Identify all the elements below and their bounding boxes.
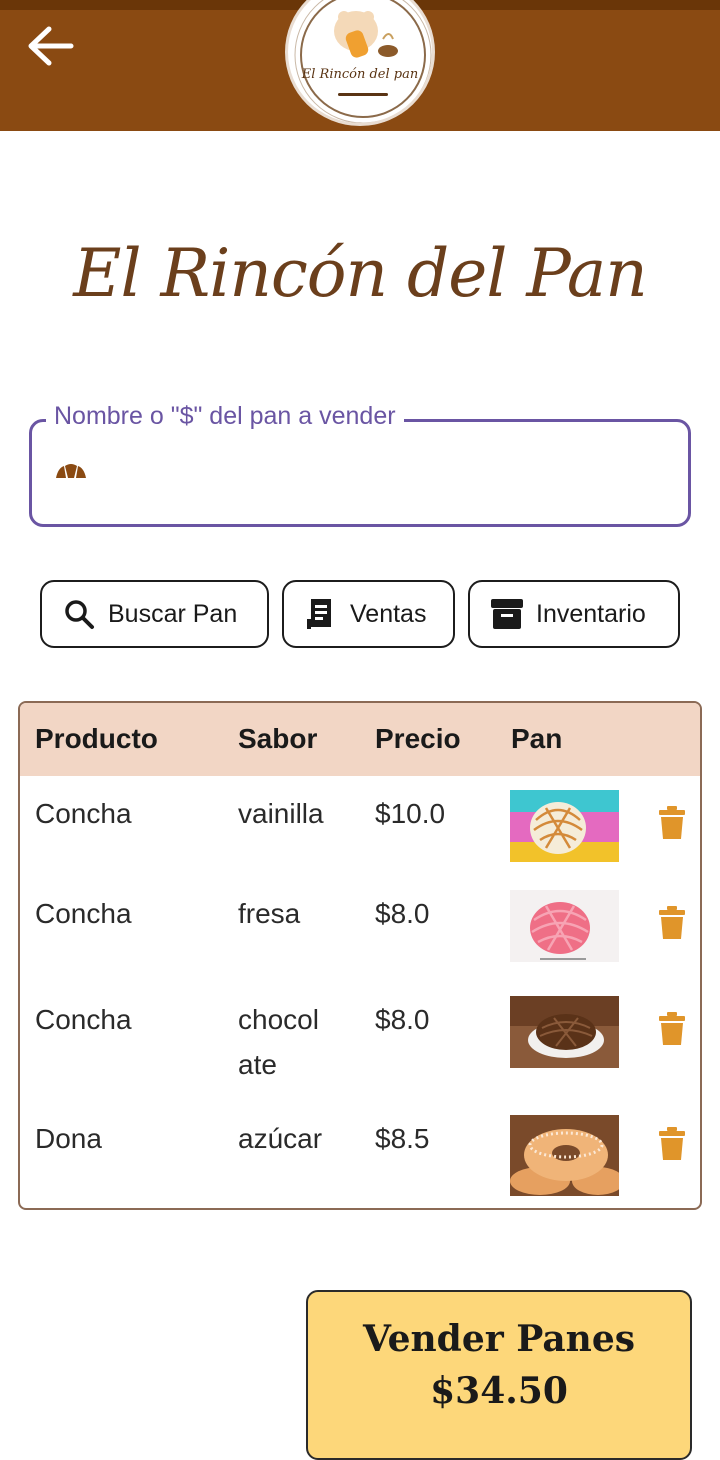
cell-sabor: vainilla <box>238 798 324 829</box>
cell-precio: $8.0 <box>375 1004 430 1035</box>
search-icon <box>62 597 96 631</box>
inventory-label: Inventario <box>536 599 646 628</box>
trash-icon[interactable] <box>659 1127 685 1161</box>
concha-chocolate-image <box>510 996 619 1068</box>
sales-label: Ventas <box>350 599 427 628</box>
dona-azucar-image <box>510 1115 619 1196</box>
cell-sabor-continued: ate <box>238 1049 277 1080</box>
search-field[interactable]: Nombre o "$" del pan a vender <box>29 402 691 527</box>
search-bread-label: Buscar Pan <box>108 599 238 628</box>
cell-producto: Concha <box>35 798 132 829</box>
header-producto: Producto <box>35 723 158 754</box>
cell-precio: $8.5 <box>375 1123 430 1154</box>
sell-button[interactable]: Vender Panes $34.50 <box>306 1290 692 1460</box>
cell-sabor: chocol <box>238 1004 319 1035</box>
cell-sabor: azúcar <box>238 1123 323 1154</box>
trash-icon[interactable] <box>659 806 685 840</box>
search-input[interactable] <box>50 456 660 496</box>
logo-text: El Rincón del pan <box>301 67 419 82</box>
archive-box-icon <box>490 597 524 631</box>
trash-icon[interactable] <box>659 1012 685 1046</box>
sell-button-label: Vender Panes <box>362 1318 636 1360</box>
sell-total: $34.50 <box>430 1370 568 1412</box>
table-header: Producto Sabor Precio Pan <box>20 703 700 776</box>
logo-graphic <box>294 0 432 123</box>
header-sabor: Sabor <box>238 723 318 754</box>
search-field-label: Nombre o "$" del pan a vender <box>46 402 404 431</box>
concha-vainilla-image <box>510 790 619 862</box>
page-title: El Rincón del Pan <box>73 235 647 312</box>
cell-producto: Concha <box>35 898 132 929</box>
header-pan: Pan <box>511 723 563 754</box>
sales-table: Producto Sabor Precio Pan Concha vainill… <box>18 701 702 1210</box>
trash-icon[interactable] <box>659 906 685 940</box>
cell-precio: $8.0 <box>375 898 430 929</box>
cell-sabor: fresa <box>238 898 301 929</box>
header-precio: Precio <box>375 723 461 754</box>
sales-button[interactable]: Ventas <box>282 580 455 648</box>
concha-fresa-image <box>510 890 619 962</box>
cell-precio: $10.0 <box>375 798 446 829</box>
cell-producto: Dona <box>35 1123 102 1154</box>
back-button[interactable] <box>22 20 78 72</box>
logo: El Rincón del pan <box>285 0 435 126</box>
inventory-button[interactable]: Inventario <box>468 580 680 648</box>
receipt-icon <box>304 597 338 631</box>
search-bread-button[interactable]: Buscar Pan <box>40 580 269 648</box>
cell-producto: Concha <box>35 1004 132 1035</box>
back-arrow-icon <box>28 26 74 66</box>
app-bar: El Rincón del pan <box>0 0 720 131</box>
